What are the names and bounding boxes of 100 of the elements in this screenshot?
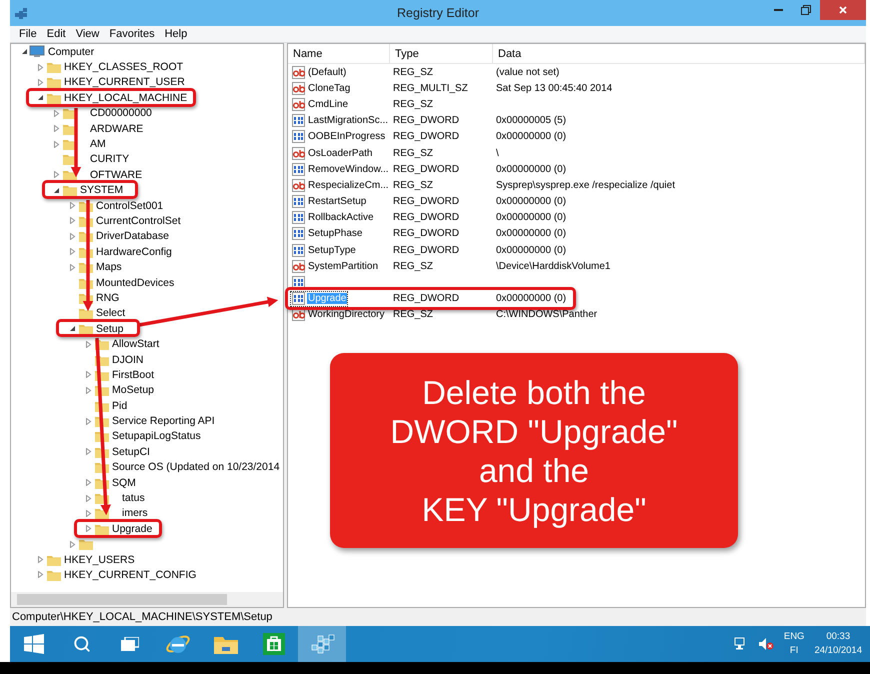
tree-item[interactable]: OFTWARE (90, 168, 142, 181)
tree-item[interactable]: FirstBoot (112, 368, 154, 381)
name-cell[interactable]: RespecializeCm... (291, 178, 390, 192)
value-name[interactable]: WorkingDirectory (307, 309, 386, 320)
tree-item[interactable]: DriverDatabase (96, 230, 169, 242)
expanded-arrow-icon[interactable] (36, 94, 44, 102)
name-cell[interactable]: SetupType (291, 243, 357, 258)
name-cell[interactable]: OsLoaderPath (291, 146, 374, 160)
tree-item[interactable]: RNG (96, 292, 120, 304)
name-cell[interactable]: RemoveWindow... (291, 162, 390, 176)
tree-item[interactable]: HardwareConfig (96, 246, 172, 258)
name-cell[interactable]: (Default) (291, 65, 348, 80)
collapsed-arrow-icon[interactable] (68, 232, 76, 240)
name-cell[interactable]: WorkingDirectory (291, 308, 386, 322)
tree-item[interactable]: tatus (122, 492, 145, 504)
clock-date[interactable]: 24/10/2014 (814, 644, 862, 658)
tree-item[interactable]: Service Reporting API (112, 415, 215, 428)
name-cell[interactable]: RestartSetup (291, 194, 368, 209)
tree-item[interactable]: HKEY_LOCAL_MACHINE (64, 92, 188, 104)
value-name[interactable]: RespecializeCm... (307, 180, 390, 191)
tree-item[interactable]: ControlSet001 (96, 200, 164, 212)
collapsed-arrow-icon[interactable] (84, 510, 92, 517)
tree-item[interactable]: HKEY_USERS (64, 554, 135, 566)
name-cell[interactable]: SetupPhase (291, 226, 364, 241)
collapsed-arrow-icon[interactable] (68, 264, 76, 271)
name-cell[interactable]: CloneTag (291, 81, 352, 96)
menu-item[interactable]: File (14, 28, 42, 40)
menu-item[interactable]: Favorites (104, 28, 160, 40)
value-name[interactable]: SetupType (307, 244, 357, 256)
horizontal-scrollbar[interactable] (11, 592, 283, 607)
expanded-arrow-icon[interactable] (52, 186, 60, 194)
tree-item[interactable]: Setup (96, 322, 124, 335)
value-name[interactable]: SetupPhase (307, 228, 364, 240)
tree-item[interactable]: CurrentControlSet (96, 214, 181, 227)
collapsed-arrow-icon[interactable] (84, 371, 92, 378)
tree-item[interactable]: MoSetup (112, 384, 154, 396)
collapsed-arrow-icon[interactable] (36, 571, 44, 578)
tree-item[interactable]: CD00000000 (90, 107, 152, 120)
tree-item[interactable]: HKEY_CURRENT_CONFIG (64, 568, 196, 581)
collapsed-arrow-icon[interactable] (84, 418, 92, 425)
menu-item[interactable]: View (70, 28, 104, 40)
value-name[interactable]: SystemPartition (307, 260, 380, 272)
collapsed-arrow-icon[interactable] (52, 140, 60, 148)
collapsed-arrow-icon[interactable] (84, 386, 92, 394)
name-cell[interactable]: RollbackActive (291, 210, 375, 225)
name-cell[interactable] (291, 276, 305, 290)
tree-item[interactable]: SYSTEM (80, 184, 124, 196)
value-name[interactable]: OOBEInProgress (307, 131, 386, 142)
tree-item[interactable]: Computer (48, 46, 94, 58)
column-header[interactable]: Data (493, 44, 865, 63)
tree-item[interactable]: CURITY (90, 153, 130, 166)
collapsed-arrow-icon[interactable] (68, 217, 76, 224)
collapsed-arrow-icon[interactable] (36, 64, 44, 71)
tree-item[interactable]: Upgrade (112, 522, 152, 535)
tree-item[interactable]: HKEY_CLASSES_ROOT (64, 61, 184, 74)
expanded-arrow-icon[interactable] (20, 48, 28, 56)
value-name[interactable]: OsLoaderPath (307, 148, 374, 159)
expanded-arrow-icon[interactable] (68, 325, 76, 332)
value-name[interactable]: CmdLine (307, 98, 350, 110)
taskbar-button[interactable] (298, 626, 346, 662)
collapsed-arrow-icon[interactable] (52, 110, 60, 117)
value-name[interactable]: CloneTag (307, 82, 352, 94)
collapsed-arrow-icon[interactable] (68, 248, 76, 256)
name-cell[interactable]: SystemPartition (291, 259, 380, 274)
collapsed-arrow-icon[interactable] (36, 78, 44, 86)
name-cell[interactable]: OOBEInProgress (291, 130, 386, 144)
tree-item[interactable]: ARDWARE (90, 122, 144, 135)
tree-item[interactable]: Maps (96, 261, 122, 274)
tree-item[interactable]: DJOIN (112, 354, 144, 366)
language-indicator[interactable]: ENG (784, 630, 804, 644)
value-name[interactable]: LastMigrationSc... (307, 115, 390, 126)
tree-item[interactable]: Pid (112, 400, 128, 412)
name-cell[interactable]: CmdLine (291, 97, 350, 112)
tree-item[interactable]: HKEY_CURRENT_USER (64, 76, 185, 88)
tree-item[interactable]: AM (90, 138, 106, 150)
tree-item[interactable]: SQM (112, 476, 136, 489)
collapsed-arrow-icon[interactable] (84, 340, 92, 348)
tree-item[interactable]: imers (122, 507, 148, 520)
collapsed-arrow-icon[interactable] (52, 171, 60, 178)
clock-time[interactable]: 00:33 (826, 630, 850, 644)
tree-item[interactable]: MountedDevices (96, 276, 174, 289)
muted-speaker-icon[interactable] (758, 637, 774, 651)
collapsed-arrow-icon[interactable] (84, 525, 92, 532)
column-header[interactable]: Type (390, 44, 493, 63)
menu-item[interactable]: Help (160, 28, 192, 40)
collapsed-arrow-icon[interactable] (84, 494, 92, 502)
value-name[interactable]: RestartSetup (307, 196, 368, 208)
column-header[interactable]: Name (288, 44, 390, 63)
collapsed-arrow-icon[interactable] (68, 202, 76, 210)
value-name[interactable]: RemoveWindow... (307, 164, 390, 175)
value-name[interactable]: (Default) (307, 66, 348, 78)
tree-item[interactable]: AllowStart (112, 338, 160, 350)
tree-item[interactable]: SetupCI (112, 446, 150, 458)
name-cell[interactable]: LastMigrationSc... (291, 114, 390, 128)
language-indicator[interactable]: FI (790, 644, 798, 658)
close-button[interactable] (820, 0, 866, 20)
menu-item[interactable]: Edit (42, 28, 71, 40)
collapsed-arrow-icon[interactable] (84, 479, 92, 486)
collapsed-arrow-icon[interactable] (52, 125, 60, 132)
tree-item[interactable]: Source OS (Updated on 10/23/2014 (112, 461, 280, 474)
